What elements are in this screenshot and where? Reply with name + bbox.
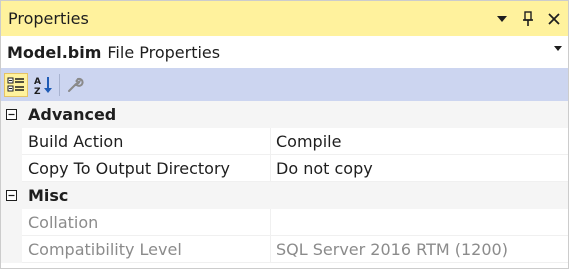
pin-icon bbox=[523, 10, 533, 26]
property-row-collation[interactable]: Collation bbox=[1, 209, 568, 236]
collapse-minus-icon bbox=[6, 109, 17, 120]
properties-window: Properties Model.bim File Properties A Z… bbox=[0, 0, 569, 269]
categorized-button[interactable] bbox=[4, 72, 28, 97]
window-options-button[interactable] bbox=[492, 9, 512, 29]
title-bar-buttons bbox=[492, 1, 564, 36]
property-name: Collation bbox=[22, 209, 270, 236]
property-name: Copy To Output Directory bbox=[22, 155, 270, 182]
property-row-copy-to-output[interactable]: Copy To Output Directory Do not copy bbox=[1, 155, 568, 182]
svg-text:Z: Z bbox=[34, 87, 41, 95]
category-label: Misc bbox=[28, 186, 69, 205]
window-title: Properties bbox=[8, 9, 89, 28]
property-value: SQL Server 2016 RTM (1200) bbox=[270, 236, 568, 263]
pin-button[interactable] bbox=[518, 9, 538, 29]
row-gutter bbox=[1, 155, 22, 182]
property-value[interactable]: Do not copy bbox=[270, 155, 568, 182]
row-gutter bbox=[1, 128, 22, 155]
collapse-toggle-advanced[interactable] bbox=[1, 101, 22, 128]
property-value bbox=[270, 209, 568, 236]
properties-toolbar: A Z bbox=[1, 68, 568, 101]
title-bar: Properties bbox=[1, 1, 568, 36]
selected-object-type: File Properties bbox=[107, 42, 221, 62]
wrench-icon bbox=[68, 77, 84, 92]
property-row-compatibility-level[interactable]: Compatibility Level SQL Server 2016 RTM … bbox=[1, 236, 568, 263]
selected-object-name: Model.bim bbox=[7, 42, 102, 62]
close-icon bbox=[548, 12, 560, 25]
toolbar-separator bbox=[59, 73, 60, 96]
alphabetical-icon: A Z bbox=[34, 76, 52, 95]
property-value[interactable]: Compile bbox=[270, 128, 568, 155]
property-pages-button[interactable] bbox=[63, 73, 87, 97]
category-misc[interactable]: Misc bbox=[1, 182, 568, 209]
row-gutter bbox=[1, 236, 22, 263]
close-button[interactable] bbox=[544, 9, 564, 29]
alphabetical-button[interactable]: A Z bbox=[31, 73, 55, 97]
category-label: Advanced bbox=[28, 105, 117, 124]
property-row-build-action[interactable]: Build Action Compile bbox=[1, 128, 568, 155]
dropdown-arrow-icon bbox=[497, 15, 507, 22]
category-advanced[interactable]: Advanced bbox=[1, 101, 568, 128]
object-selector[interactable]: Model.bim File Properties bbox=[1, 36, 568, 68]
svg-text:A: A bbox=[34, 77, 41, 87]
property-grid: Advanced Build Action Compile Copy To Ou… bbox=[1, 101, 568, 263]
property-name: Build Action bbox=[22, 128, 270, 155]
collapse-minus-icon bbox=[6, 190, 17, 201]
property-name: Compatibility Level bbox=[22, 236, 270, 263]
row-gutter bbox=[1, 209, 22, 236]
collapse-toggle-misc[interactable] bbox=[1, 182, 22, 209]
categorized-icon bbox=[7, 77, 24, 91]
chevron-down-icon[interactable] bbox=[554, 46, 562, 51]
